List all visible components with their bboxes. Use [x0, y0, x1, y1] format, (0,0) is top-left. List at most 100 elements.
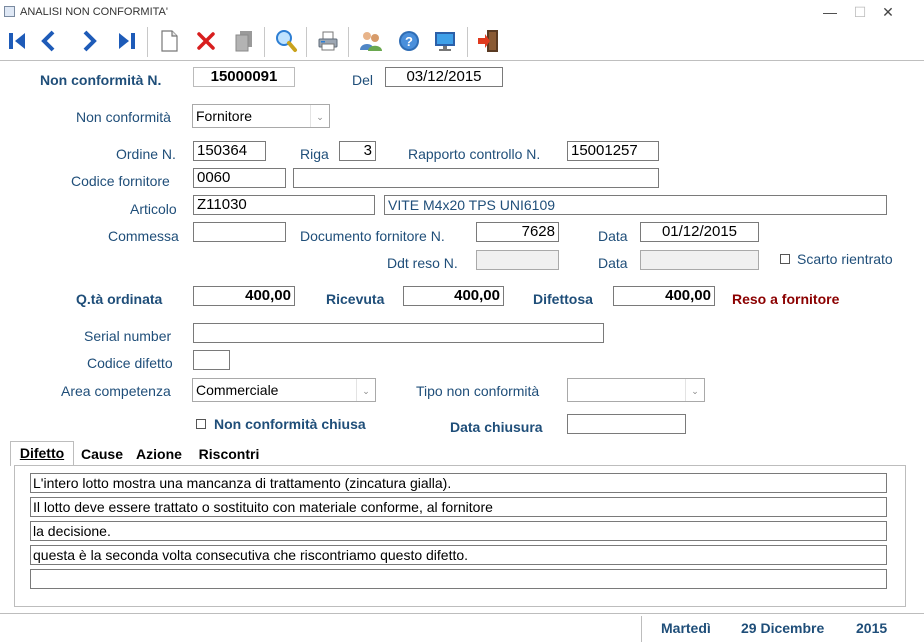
users-icon: [360, 32, 382, 51]
defect-line[interactable]: L'intero lotto mostra una mancanza di tr…: [30, 473, 887, 493]
toolbar-separator: [306, 27, 307, 57]
serial-label: Serial number: [84, 328, 172, 344]
supplier-name-field[interactable]: [293, 168, 659, 188]
closed-checkbox[interactable]: [196, 419, 206, 429]
defect-code-label: Codice difetto: [87, 355, 173, 371]
defect-line[interactable]: questa è la seconda volta consecutiva ch…: [30, 545, 887, 565]
help-icon: ?: [399, 31, 419, 51]
supplier-doc-label: Documento fornitore N.: [300, 228, 445, 244]
serial-field[interactable]: [193, 323, 604, 343]
exit-button[interactable]: [473, 26, 503, 56]
nc-kind-label: Tipo non conformità: [416, 383, 540, 399]
area-value: Commerciale: [196, 382, 279, 398]
del-date-field[interactable]: 03/12/2015: [385, 67, 503, 87]
print-icon: [318, 31, 338, 51]
close-date-label: Data chiusura: [450, 419, 543, 435]
scarto-checkbox[interactable]: [780, 254, 790, 264]
delete-button[interactable]: [191, 26, 221, 56]
monitor-button[interactable]: [430, 26, 460, 56]
users-button[interactable]: [356, 26, 386, 56]
order-field[interactable]: 150364: [193, 141, 266, 161]
nc-number-field[interactable]: 15000091: [193, 67, 295, 87]
tab-cause[interactable]: Cause: [76, 443, 128, 465]
close-date-field[interactable]: [567, 414, 686, 434]
new-document-button[interactable]: [154, 26, 184, 56]
qty-defective-label: Difettosa: [533, 291, 593, 307]
first-record-icon: [9, 33, 25, 49]
supplier-doc-field[interactable]: 7628: [476, 222, 559, 242]
copy-icon: [235, 31, 252, 52]
first-record-button[interactable]: [2, 26, 32, 56]
next-record-button[interactable]: [74, 26, 104, 56]
delete-icon: [197, 32, 215, 50]
report-field[interactable]: 15001257: [567, 141, 659, 161]
supplier-doc-date-label: Data: [598, 228, 628, 244]
svg-text:?: ?: [405, 34, 413, 49]
exit-icon: [478, 30, 498, 52]
defect-line[interactable]: la decisione.: [30, 521, 887, 541]
del-label: Del: [352, 72, 374, 88]
last-record-button[interactable]: [112, 26, 142, 56]
article-desc-field[interactable]: VITE M4x20 TPS UNI6109: [384, 195, 887, 215]
window-title: ANALISI NON CONFORMITA': [20, 6, 168, 18]
qty-defective-field[interactable]: 400,00: [613, 286, 715, 306]
area-label: Area competenza: [61, 383, 171, 399]
ddt-date-label: Data: [598, 255, 628, 271]
supplier-code-field[interactable]: 0060: [193, 168, 286, 188]
tab-difetto[interactable]: Difetto: [12, 442, 72, 464]
article-label: Articolo: [130, 201, 177, 217]
nc-type-label: Non conformità: [76, 109, 171, 125]
search-button[interactable]: [271, 26, 301, 56]
nc-kind-select[interactable]: ⌄: [567, 378, 705, 402]
nc-type-value: Fornitore: [196, 108, 253, 124]
article-code-field[interactable]: Z11030: [193, 195, 375, 215]
close-icon[interactable]: ✕: [873, 2, 903, 22]
qty-received-field[interactable]: 400,00: [403, 286, 504, 306]
previous-record-button[interactable]: [34, 26, 64, 56]
nc-type-select[interactable]: Fornitore ⌄: [192, 104, 330, 128]
job-label: Commessa: [108, 228, 179, 244]
toolbar-separator: [467, 27, 468, 57]
order-label: Ordine N.: [116, 146, 176, 162]
return-note: Reso a fornitore: [732, 291, 840, 307]
job-field[interactable]: [193, 222, 286, 242]
print-button[interactable]: [313, 26, 343, 56]
supplier-code-label: Codice fornitore: [71, 173, 170, 189]
toolbar-separator: [348, 27, 349, 57]
supplier-doc-date-field[interactable]: 01/12/2015: [640, 222, 759, 242]
qty-ordered-label: Q.tà ordinata: [76, 291, 163, 307]
scarto-label: Scarto rientrato: [797, 251, 893, 267]
closed-label: Non conformità chiusa: [214, 416, 366, 432]
chevron-down-icon: ⌄: [356, 379, 375, 401]
nc-number-label: Non conformità N.: [40, 72, 162, 88]
area-select[interactable]: Commerciale ⌄: [192, 378, 376, 402]
status-date: 29 Dicembre: [741, 620, 825, 636]
chevron-down-icon: ⌄: [310, 105, 329, 127]
last-record-icon: [119, 33, 135, 49]
qty-ordered-field[interactable]: 400,00: [193, 286, 295, 306]
ddt-date-field[interactable]: [640, 250, 759, 270]
next-record-icon: [83, 30, 97, 52]
new-document-icon: [161, 30, 178, 52]
ddt-field[interactable]: [476, 250, 559, 270]
toolbar: ?: [0, 24, 924, 61]
defect-code-field[interactable]: [193, 350, 230, 370]
tab-azione[interactable]: Azione: [130, 443, 188, 465]
minimize-icon[interactable]: —: [815, 2, 845, 22]
maximize-icon[interactable]: ☐: [845, 2, 875, 22]
status-separator: [641, 616, 642, 642]
monitor-icon: [435, 32, 455, 51]
toolbar-separator: [147, 27, 148, 57]
status-day: Martedì: [661, 620, 711, 636]
defect-line[interactable]: Il lotto deve essere trattato o sostitui…: [30, 497, 887, 517]
help-button[interactable]: ?: [394, 26, 424, 56]
row-field[interactable]: 3: [339, 141, 376, 161]
report-label: Rapporto controllo N.: [408, 146, 541, 162]
copy-button[interactable]: [229, 26, 259, 56]
toolbar-separator: [264, 27, 265, 57]
status-year: 2015: [856, 620, 888, 636]
qty-received-label: Ricevuta: [326, 291, 385, 307]
defect-line[interactable]: [30, 569, 887, 589]
tab-riscontri[interactable]: Riscontri: [190, 443, 268, 465]
ddt-label: Ddt reso N.: [387, 255, 458, 271]
